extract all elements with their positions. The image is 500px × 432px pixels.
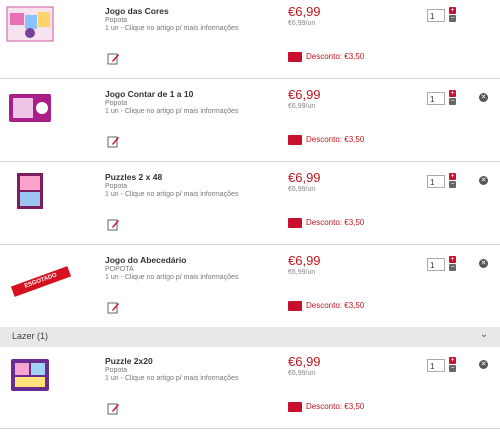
product-subtitle[interactable]: 1 un - Clique no artigo p/ mais informaç… [105, 191, 238, 198]
product-title[interactable]: Puzzle 2x20 [105, 356, 153, 366]
product-subtitle[interactable]: 1 un - Clique no artigo p/ mais informaç… [105, 274, 238, 281]
cart-item: Jogo Contar de 1 a 10 Popota 1 un - Cliq… [0, 83, 500, 162]
cart-item: Jogo das Cores Popota 1 un - Clique no a… [0, 0, 500, 79]
discount-tag-icon [288, 218, 302, 228]
unit-price: €6,99/un [288, 269, 316, 276]
edit-note-icon[interactable] [107, 52, 120, 65]
product-title[interactable]: Jogo das Cores [105, 6, 169, 16]
product-brand: Popota [105, 367, 128, 374]
product-brand: Popota [105, 17, 128, 24]
category-section-header[interactable]: Lazer (1) ⌄ [0, 327, 500, 347]
decrease-quantity-button[interactable]: − [449, 15, 456, 22]
remove-item-button[interactable]: ✕ [479, 360, 488, 369]
unit-price: €6,99/un [288, 370, 316, 377]
product-subtitle[interactable]: 1 un - Clique no artigo p/ mais informaç… [105, 375, 238, 382]
discount-tag-icon [288, 402, 302, 412]
decrease-quantity-button[interactable]: − [449, 181, 456, 188]
product-thumbnail[interactable] [5, 355, 55, 395]
discount-text: Desconto: €3,50 [306, 135, 365, 144]
product-brand: Popota [105, 100, 128, 107]
remove-item-button[interactable]: ✕ [479, 259, 488, 268]
discount-badge: Desconto: €3,50 [288, 134, 365, 147]
unit-price: €6,99/un [288, 186, 316, 193]
product-title[interactable]: Jogo Contar de 1 a 10 [105, 89, 193, 99]
price: €6,99 [288, 87, 321, 102]
edit-note-icon[interactable] [107, 135, 120, 148]
increase-quantity-button[interactable]: + [449, 173, 456, 180]
discount-tag-icon [288, 301, 302, 311]
increase-quantity-button[interactable]: + [449, 256, 456, 263]
discount-badge: Desconto: €3,50 [288, 401, 365, 414]
product-title[interactable]: Puzzles 2 x 48 [105, 172, 162, 182]
chevron-down-icon[interactable]: ⌄ [480, 329, 488, 340]
discount-badge: Desconto: €3,50 [288, 300, 365, 313]
remove-item-button[interactable]: ✕ [479, 176, 488, 185]
product-title[interactable]: Jogo do Abecedário [105, 255, 186, 265]
product-thumbnail[interactable]: ESGOTADO [5, 254, 72, 297]
product-brand: Popota [105, 183, 128, 190]
product-thumbnail[interactable] [5, 88, 55, 128]
decrease-quantity-button[interactable]: − [449, 264, 456, 271]
increase-quantity-button[interactable]: + [449, 90, 456, 97]
edit-note-icon[interactable] [107, 402, 120, 415]
increase-quantity-button[interactable]: + [449, 357, 456, 364]
section-label: Lazer (1) [12, 331, 49, 341]
cart-item: ESGOTADO Jogo do Abecedário POPOTA 1 un … [0, 249, 500, 328]
edit-note-icon[interactable] [107, 218, 120, 231]
product-thumbnail[interactable] [5, 5, 55, 45]
cart-item: Puzzle 2x20 Popota 1 un - Clique no arti… [0, 350, 500, 429]
price: €6,99 [288, 354, 321, 369]
quantity-input[interactable]: 1 [427, 359, 445, 372]
price: €6,99 [288, 253, 321, 268]
unit-price: €6,99/un [288, 20, 316, 27]
price: €6,99 [288, 4, 321, 19]
product-subtitle[interactable]: 1 un - Clique no artigo p/ mais informaç… [105, 25, 238, 32]
increase-quantity-button[interactable]: + [449, 7, 456, 14]
sold-out-badge: ESGOTADO [10, 266, 72, 297]
discount-text: Desconto: €3,50 [306, 402, 365, 411]
quantity-input[interactable]: 1 [427, 92, 445, 105]
price: €6,99 [288, 170, 321, 185]
discount-badge: Desconto: €3,50 [288, 217, 365, 230]
discount-text: Desconto: €3,50 [306, 218, 365, 227]
edit-note-icon[interactable] [107, 301, 120, 314]
cart-item: Puzzles 2 x 48 Popota 1 un - Clique no a… [0, 166, 500, 245]
discount-text: Desconto: €3,50 [306, 301, 365, 310]
decrease-quantity-button[interactable]: − [449, 365, 456, 372]
discount-tag-icon [288, 135, 302, 145]
product-subtitle[interactable]: 1 un - Clique no artigo p/ mais informaç… [105, 108, 238, 115]
decrease-quantity-button[interactable]: − [449, 98, 456, 105]
discount-badge: Desconto: €3,50 [288, 51, 365, 64]
quantity-input[interactable]: 1 [427, 258, 445, 271]
remove-item-button[interactable]: ✕ [479, 93, 488, 102]
quantity-input[interactable]: 1 [427, 175, 445, 188]
product-brand: POPOTA [105, 266, 134, 273]
unit-price: €6,99/un [288, 103, 316, 110]
quantity-input[interactable]: 1 [427, 9, 445, 22]
discount-tag-icon [288, 52, 302, 62]
product-thumbnail[interactable] [5, 171, 55, 211]
discount-text: Desconto: €3,50 [306, 52, 365, 61]
